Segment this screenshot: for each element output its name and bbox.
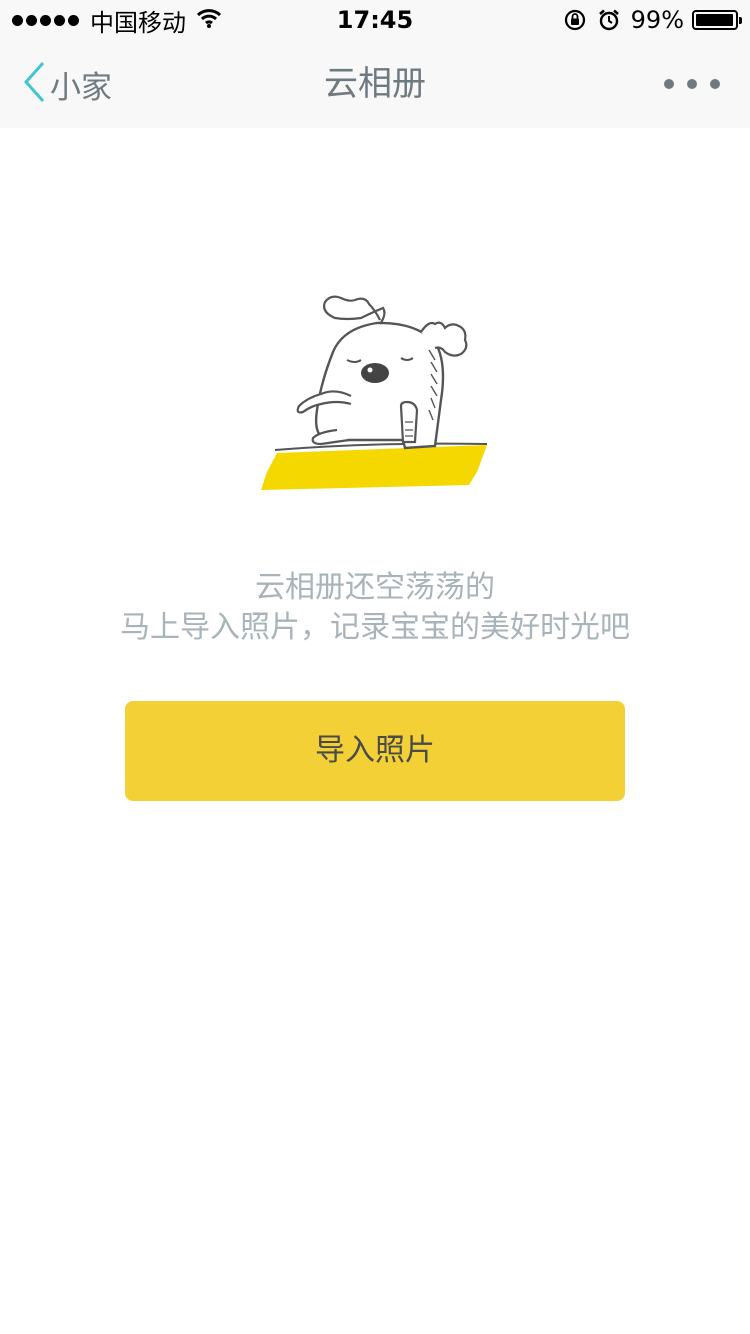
alarm-icon (597, 8, 621, 32)
more-dots-icon[interactable] (664, 40, 720, 128)
status-right: 99% (563, 4, 742, 36)
battery-icon (692, 10, 742, 30)
moose-sitting-illustration (255, 290, 495, 495)
import-photos-button[interactable]: 导入照片 (125, 701, 625, 801)
empty-state-line1: 云相册还空荡荡的 (255, 570, 495, 605)
page-title: 云相册 (324, 64, 426, 104)
orientation-lock-icon (563, 8, 587, 32)
empty-state-line2: 马上导入照片，记录宝宝的美好时光吧 (120, 610, 630, 645)
status-bar: 中国移动 17:45 99% (0, 0, 750, 40)
battery-percent: 99% (630, 6, 684, 34)
navigation-bar: 小家 云相册 (0, 40, 750, 128)
